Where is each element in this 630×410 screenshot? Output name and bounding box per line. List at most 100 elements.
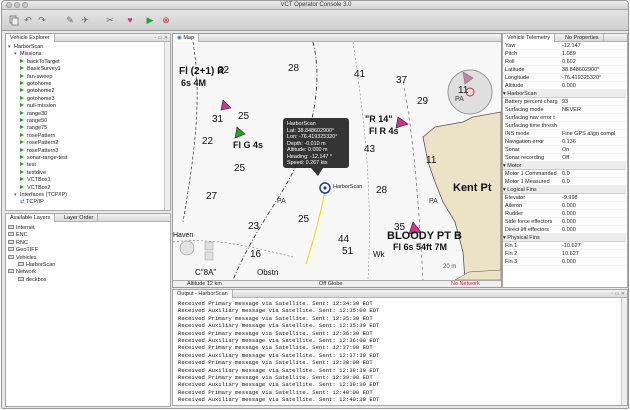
telemetry-row[interactable]: Surfacing time thresh: [503, 122, 626, 130]
telemetry-key: Sonar: [505, 147, 520, 153]
layer-checkbox[interactable]: [18, 262, 24, 266]
label-pa-1: PA: [455, 96, 464, 103]
telemetry-row[interactable]: Motor 1 Measured 0.0: [503, 178, 626, 186]
label-fl-r4s: Fl R 4s: [369, 126, 399, 136]
layer-item-label: Vehicles: [16, 254, 37, 261]
telemetry-value: 10.627: [562, 251, 579, 257]
label-haven: Haven: [173, 232, 194, 239]
telemetry-key: Aileron: [505, 203, 523, 209]
telemetry-section-header[interactable]: ▾ Logical Fins: [503, 186, 626, 194]
telemetry-row[interactable]: Fin 1 -10.627: [503, 242, 626, 250]
mission-play-icon: [20, 147, 24, 152]
console-line: Received Primary message via Satellite. …: [178, 314, 373, 322]
pan-control-icon: [179, 240, 195, 256]
telemetry-row[interactable]: Fin 3 0.000: [503, 258, 626, 266]
vehicle-tree-scrollbar[interactable]: [164, 42, 170, 210]
undo-icon[interactable]: ↶: [22, 14, 34, 26]
layer-checkbox[interactable]: [8, 269, 14, 274]
main-toolbar: ↶ ↷ ✎ ✈ ✂ ♥ ▶ ⊗: [2, 10, 628, 31]
telemetry-value: -76.419325320°: [562, 75, 602, 81]
label-pa-2: PA: [429, 198, 438, 205]
zoom-window-button[interactable]: [22, 2, 28, 8]
pencil-icon[interactable]: ✎: [64, 14, 76, 26]
telemetry-section-header[interactable]: ▾ Physical Fins: [503, 234, 626, 242]
telemetry-row[interactable]: INS mode Fine GPS align compl: [503, 130, 626, 138]
telemetry-row[interactable]: Roll 0.602: [503, 58, 626, 66]
depth-sounding: 31: [212, 114, 224, 125]
layer-item[interactable]: deckbox: [18, 276, 47, 284]
telemetry-row[interactable]: Surfacing nav error t: [503, 114, 626, 122]
close-window-button[interactable]: [6, 2, 12, 8]
tree-item-mission-label: gotohome3: [27, 95, 55, 102]
tab-no-properties[interactable]: No Properties: [561, 34, 604, 42]
telemetry-row[interactable]: Elevator -9.998: [503, 194, 626, 202]
telemetry-key: Surfacing mode: [505, 107, 544, 113]
telemetry-row[interactable]: Surfacing mode NEVER: [503, 106, 626, 114]
tab-map[interactable]: ◉ Map: [173, 34, 200, 42]
telemetry-row[interactable]: Battery percent charg 93: [503, 98, 626, 106]
tab-available-layers[interactable]: Available Layers: [6, 214, 56, 222]
tab-output[interactable]: Output - HarborScan: [173, 290, 233, 298]
layer-checkbox[interactable]: [8, 232, 14, 237]
layers-tree: Internet ENC RNC GeoTIFF Vehicles HarborScan N…: [6, 222, 170, 406]
telemetry-row[interactable]: Navigation error 0.136: [503, 138, 626, 146]
layer-item-label: GeoTIFF: [16, 247, 39, 254]
output-console[interactable]: Received Primary message via Satellite. …: [178, 300, 618, 405]
telemetry-row[interactable]: Longitude -76.419325320°: [503, 74, 626, 82]
tooltip-heading: Heading: -12.147 °: [287, 153, 333, 160]
tab-vehicle-telemetry[interactable]: Vehicle Telemetry: [503, 34, 556, 42]
layer-checkbox[interactable]: [18, 276, 24, 281]
telemetry-section-title: Motor: [507, 163, 522, 169]
telemetry-value: 0.136: [562, 139, 576, 145]
tree-item-interface[interactable]: ⇄ TCP/IP: [20, 198, 44, 206]
stop-icon[interactable]: ⊗: [160, 14, 172, 26]
console-line: Received Auxiliary message via Satellite…: [178, 381, 380, 389]
label-pa-3: PA: [277, 198, 286, 205]
telemetry-row[interactable]: Side force effectors 0.000: [503, 218, 626, 226]
output-panel-controls-icon[interactable]: ▫ ▭ ✕: [612, 291, 625, 297]
mission-play-icon: [20, 95, 24, 100]
telemetry-row[interactable]: Fin 2 10.627: [503, 250, 626, 258]
telemetry-section-header[interactable]: ▾ Motor: [503, 162, 626, 170]
telemetry-row[interactable]: Yaw -12.147: [503, 42, 626, 50]
play-icon[interactable]: ▶: [144, 14, 156, 26]
depth-sounding: 28: [376, 185, 388, 196]
telemetry-value: 0.000: [562, 83, 576, 89]
chart-canvas[interactable]: [173, 42, 501, 280]
send-icon[interactable]: ✈: [79, 14, 91, 26]
redo-icon[interactable]: ↷: [36, 14, 48, 26]
map-tab-label: Map: [183, 35, 195, 41]
tools-icon[interactable]: ✂: [104, 14, 116, 26]
mission-play-icon: [20, 118, 24, 122]
telemetry-row[interactable]: Altitude 0.000: [503, 82, 626, 90]
telemetry-row[interactable]: Rudder 0.000: [503, 210, 626, 218]
telemetry-row[interactable]: Aileron 0.000: [503, 202, 626, 210]
tree-item-missions-label: Missions: [20, 51, 42, 58]
layer-checkbox[interactable]: [8, 225, 14, 229]
telemetry-row[interactable]: Pitch 1.089: [503, 50, 626, 58]
panel-controls-icon[interactable]: ▫ ▭ ✕: [155, 35, 168, 41]
tab-vehicle-explorer[interactable]: Vehicle Explorer: [6, 34, 55, 42]
output-header: Output - HarborScan ▫ ▭ ✕: [173, 290, 627, 298]
nautical-chart[interactable]: 28 32 41 37 25 31 29 22 43 25 28 27 25 35 23 44 51 16 11 11…: [173, 42, 501, 280]
heart-icon[interactable]: ♥: [124, 14, 136, 26]
telemetry-row[interactable]: Sonar recording Off: [503, 154, 626, 162]
telemetry-row[interactable]: Direct lift effectors 0.000: [503, 226, 626, 234]
layer-checkbox[interactable]: [8, 247, 14, 252]
telemetry-section-header[interactable]: ▾ HarborScan: [503, 90, 626, 98]
console-line: Received Auxiliary message via Satellite…: [178, 351, 380, 359]
tab-layer-order[interactable]: Layer Order: [60, 214, 99, 222]
telemetry-row[interactable]: Latitude 38.848602900°: [503, 66, 626, 74]
tree-item-mission-label: sonar-range-test: [27, 155, 68, 161]
zoom-in-icon: [204, 241, 214, 251]
layer-checkbox[interactable]: [8, 254, 14, 259]
minimize-window-button[interactable]: [14, 2, 20, 8]
mission-play-icon: [20, 125, 24, 130]
copy-icon[interactable]: [8, 14, 20, 26]
telemetry-row[interactable]: Sonar On: [503, 146, 626, 154]
telemetry-row[interactable]: Motor 1 Commanded 0.0: [503, 170, 626, 178]
layer-checkbox[interactable]: [8, 239, 14, 244]
depth-sounding: 22: [202, 136, 214, 147]
vehicle-explorer-header: Vehicle Explorer ▫ ▭ ✕: [6, 34, 170, 42]
output-scrollbar[interactable]: [621, 298, 627, 405]
